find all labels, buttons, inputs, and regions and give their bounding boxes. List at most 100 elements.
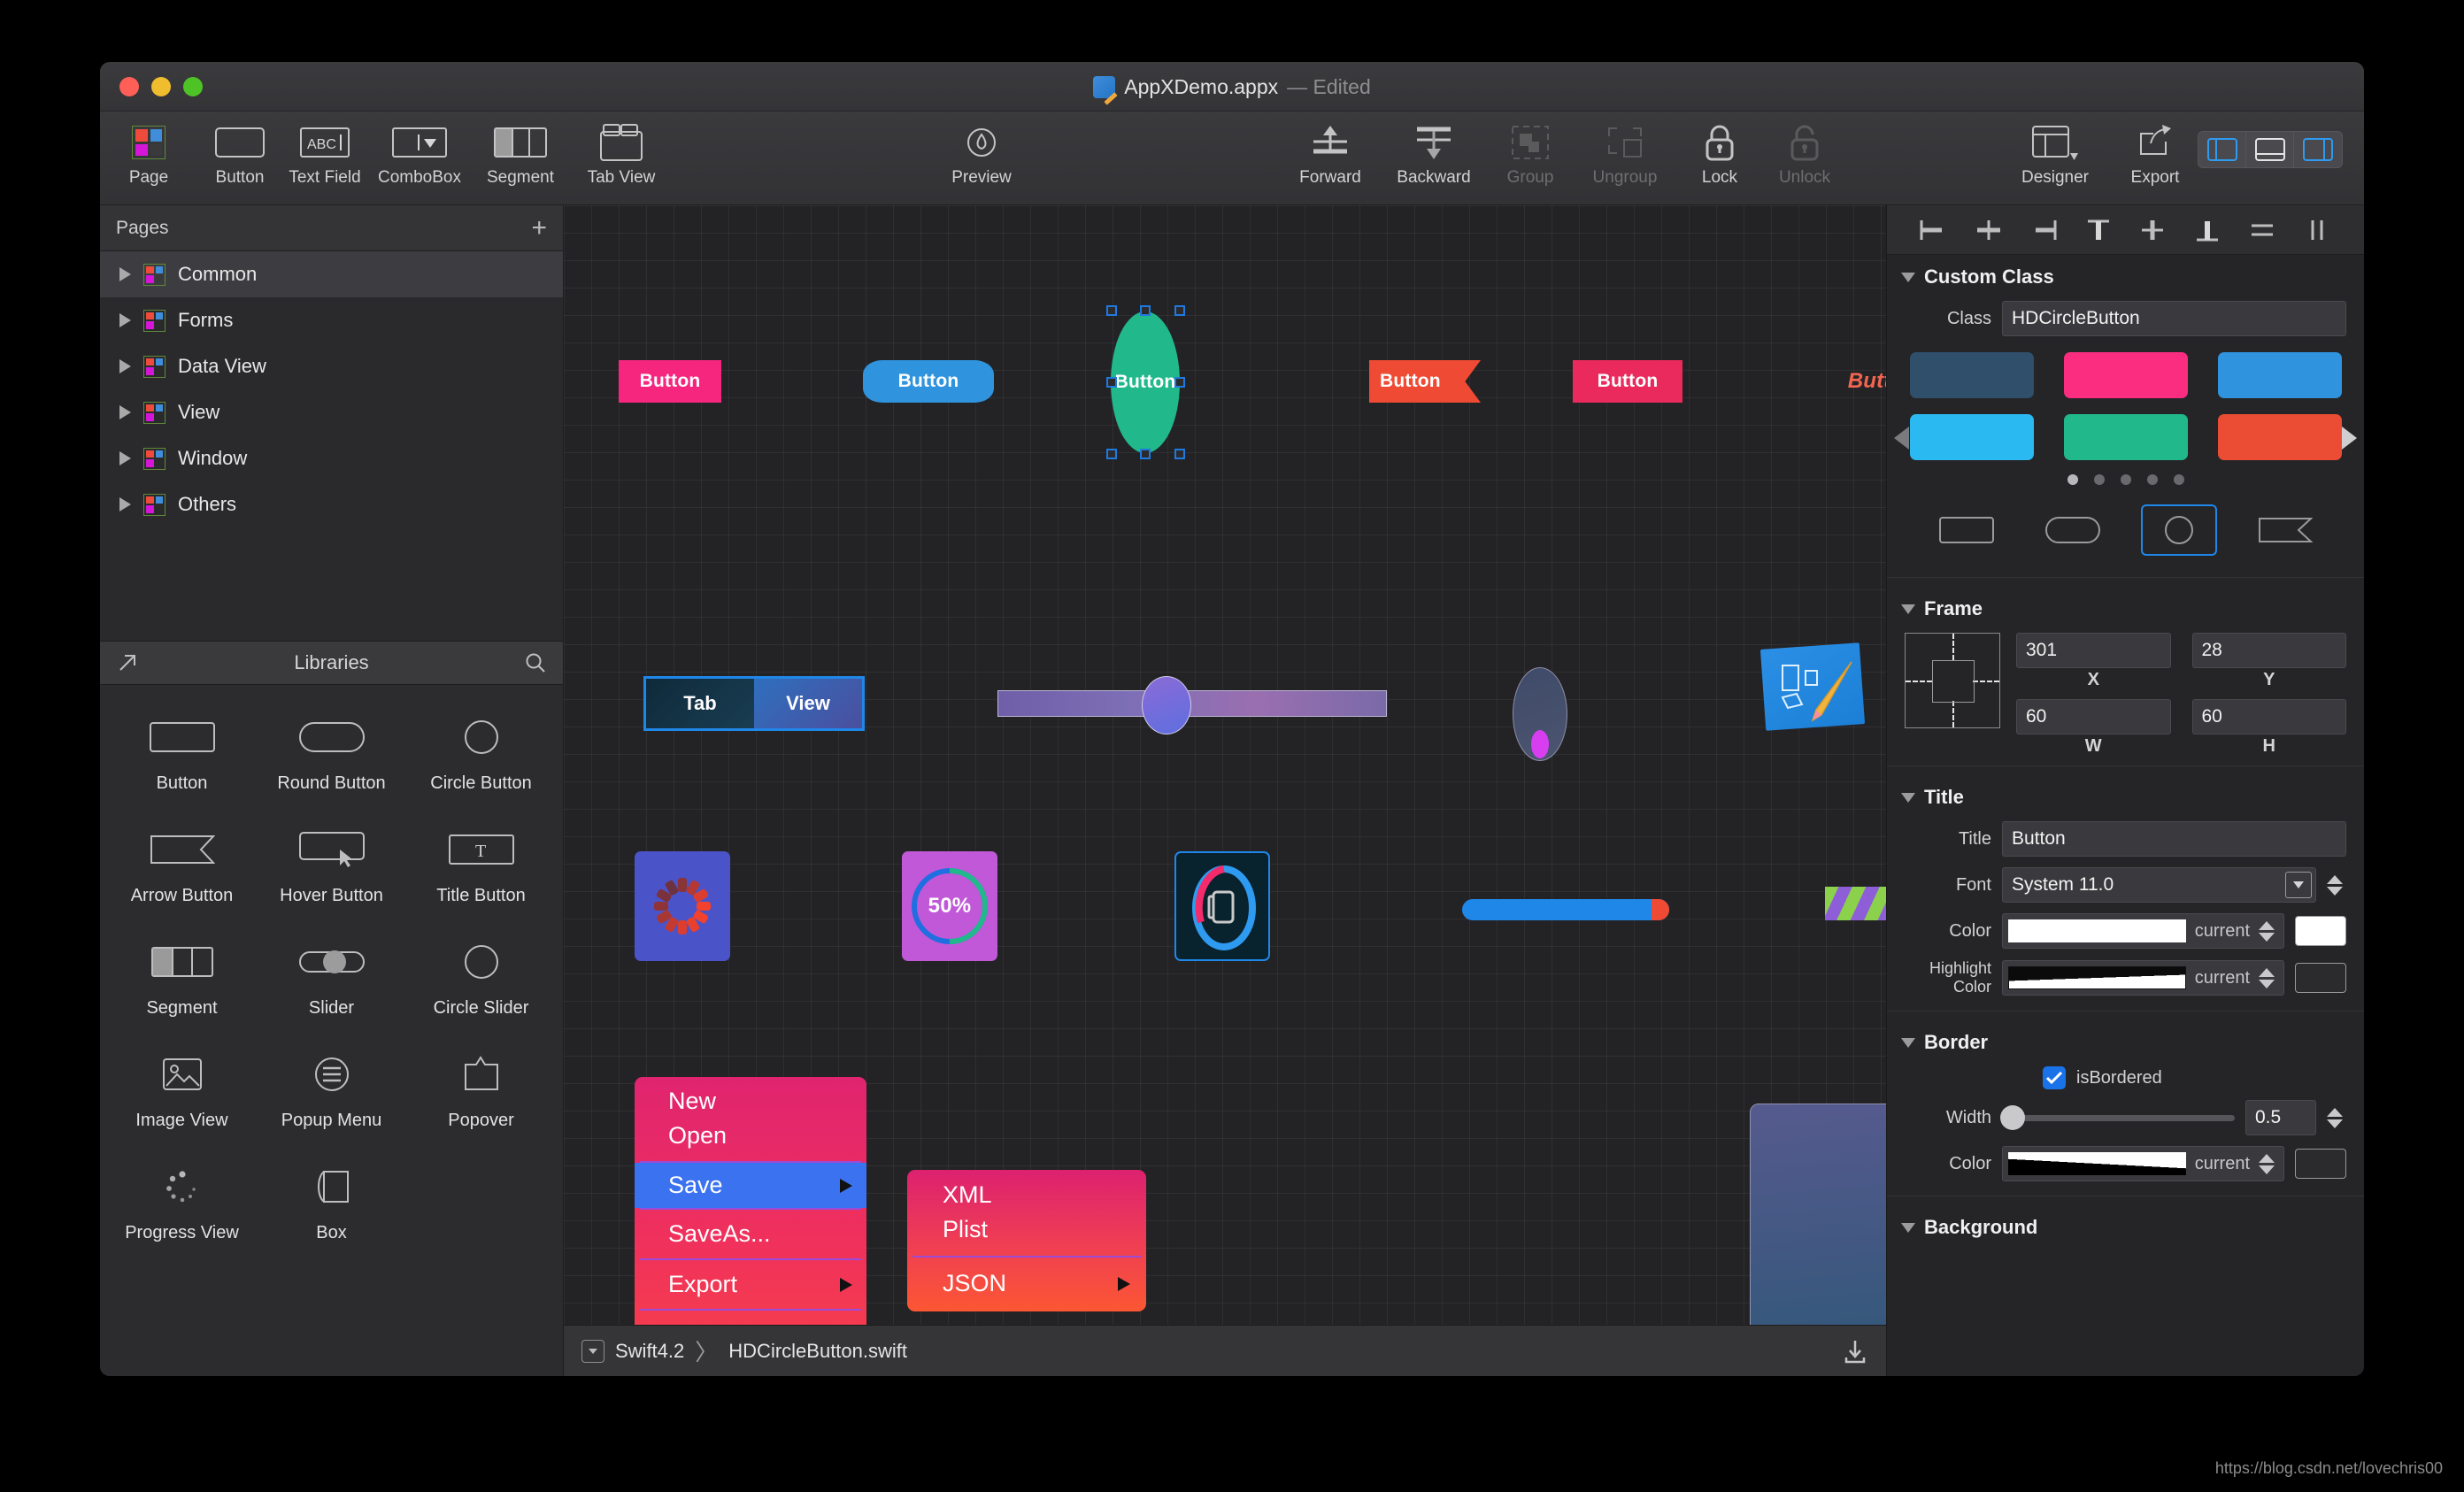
selection-handle[interactable] (1174, 449, 1185, 459)
minimize-button[interactable] (151, 76, 171, 96)
class-input[interactable]: HDCircleButton (2002, 301, 2346, 336)
library-item-box[interactable]: Box (257, 1147, 406, 1259)
align-center-horizontal-icon[interactable] (1974, 218, 2004, 242)
frame-y-input[interactable]: 28 (2191, 633, 2346, 668)
library-item-hover-button[interactable]: Hover Button (257, 810, 406, 922)
canvas-popup-submenu[interactable]: XML Plist JSON (907, 1170, 1146, 1311)
anchor-selector[interactable] (1905, 633, 2000, 728)
canvas-button-crimson-square[interactable]: Button (1573, 360, 1682, 403)
border-color-well[interactable] (2295, 1149, 2346, 1179)
chevron-right-icon[interactable] (119, 497, 131, 511)
menu-item-save-as[interactable]: SaveAs... (635, 1210, 866, 1258)
chevron-down-icon[interactable] (1901, 1222, 1915, 1233)
frame-x-input[interactable]: 301 (2016, 633, 2171, 668)
chevron-down-icon[interactable] (1901, 604, 1915, 614)
title-color-stepper[interactable] (2259, 920, 2278, 942)
border-width-slider[interactable] (2000, 1104, 2235, 1130)
toggle-left-panel-button[interactable] (2198, 132, 2247, 167)
library-item-image-view[interactable]: Image View (107, 1034, 257, 1147)
selection-handle[interactable] (1106, 377, 1117, 388)
frame-w-input[interactable]: 60 (2016, 699, 2171, 734)
highlight-color-well[interactable] (2295, 963, 2346, 993)
chevron-down-icon[interactable] (1901, 792, 1915, 803)
library-item-circle-slider[interactable]: Circle Slider (406, 922, 556, 1034)
chevron-down-icon[interactable] (1901, 1037, 1915, 1048)
canvas-progress-ring-card[interactable]: 50% (902, 851, 997, 961)
library-item-button[interactable]: Button (107, 697, 257, 810)
menu-item-new[interactable]: New (635, 1077, 866, 1119)
distribute-horizontal-icon[interactable] (2247, 218, 2277, 242)
submenu-item-json[interactable]: JSON (907, 1257, 1146, 1311)
align-top-icon[interactable] (2083, 218, 2114, 242)
toolbar-item-lock[interactable]: Lock (1677, 112, 1762, 188)
selection-handle[interactable] (1106, 449, 1117, 459)
toolbar-item-forward[interactable]: Forward (1281, 112, 1380, 188)
submenu-item-plist[interactable]: Plist (907, 1212, 1146, 1256)
menu-item-duplicate[interactable]: Duplicate (635, 1311, 866, 1325)
canvas-progress-bar-striped[interactable] (1825, 887, 1886, 920)
sidebar-item-data-view[interactable]: Data View (100, 343, 563, 389)
class-swatch[interactable] (2217, 414, 2342, 460)
align-bottom-icon[interactable] (2192, 218, 2222, 242)
highlight-color-stepper[interactable] (2259, 967, 2278, 988)
toolbar-item-text-field[interactable]: ABC Text Field (282, 112, 367, 188)
sidebar-item-forms[interactable]: Forms (100, 297, 563, 343)
distribute-vertical-icon[interactable] (2302, 218, 2332, 242)
design-canvas[interactable]: Button Button Button Button Button But T… (564, 205, 1886, 1325)
class-swatch[interactable] (1909, 352, 2034, 398)
carousel-dot[interactable] (2120, 474, 2131, 485)
chevron-right-icon[interactable] (119, 451, 131, 465)
selection-handle[interactable] (1174, 305, 1185, 316)
toolbar-item-ungroup[interactable]: Ungroup (1573, 112, 1677, 188)
class-swatch[interactable] (2217, 352, 2342, 398)
align-left-icon[interactable] (1919, 218, 1949, 242)
toolbar-item-group[interactable]: Group (1488, 112, 1573, 188)
menu-item-save[interactable]: Save (635, 1163, 866, 1208)
canvas-button-blue-squircle[interactable]: Button (863, 360, 994, 403)
toolbar-item-combobox[interactable]: ComboBox (367, 112, 472, 188)
canvas-circle-slider[interactable] (1513, 667, 1567, 761)
canvas-tab-item[interactable]: Tab (646, 679, 754, 728)
canvas-slider[interactable] (997, 676, 1387, 734)
window-controls[interactable] (119, 76, 203, 96)
menu-item-open[interactable]: Open (635, 1119, 866, 1161)
canvas-popup-menu[interactable]: New Open Save SaveAs... Export (635, 1077, 866, 1325)
toolbar-item-page[interactable]: Page (100, 112, 197, 188)
toolbar-item-preview[interactable]: Preview (939, 112, 1024, 188)
library-item-popover[interactable]: Popover (406, 1034, 556, 1147)
shape-circle-button[interactable] (2140, 504, 2217, 556)
font-size-stepper[interactable] (2327, 874, 2346, 896)
class-swatch[interactable] (1909, 414, 2034, 460)
carousel-next-button[interactable] (2342, 427, 2357, 450)
section-background-header[interactable]: Background (1887, 1205, 2364, 1246)
shape-flag-button[interactable] (2247, 504, 2323, 556)
canvas-progress-spinner-card[interactable] (635, 851, 730, 961)
align-middle-vertical-icon[interactable] (2137, 218, 2168, 242)
selection-handle[interactable] (1140, 305, 1151, 316)
is-bordered-checkbox[interactable] (2043, 1066, 2066, 1089)
canvas-progress-bar-blue[interactable] (1462, 899, 1669, 920)
chevron-right-icon[interactable] (119, 359, 131, 373)
language-selector-button[interactable] (581, 1339, 604, 1363)
library-item-circle-button[interactable]: Circle Button (406, 697, 556, 810)
highlight-color-control[interactable]: current (2002, 960, 2284, 996)
carousel-dot[interactable] (2093, 474, 2105, 485)
sidebar-item-window[interactable]: Window (100, 435, 563, 481)
border-color-stepper[interactable] (2259, 1153, 2278, 1174)
chevron-right-icon[interactable] (119, 405, 131, 419)
library-item-slider[interactable]: Slider (257, 922, 406, 1034)
section-border-header[interactable]: Border (1887, 1020, 2364, 1061)
border-color-control[interactable]: current (2002, 1146, 2284, 1181)
slider-knob[interactable] (1142, 676, 1191, 734)
toolbar-item-tab-view[interactable]: Tab View (569, 112, 674, 188)
toolbar-item-designer[interactable]: Designer (1998, 112, 2113, 188)
close-button[interactable] (119, 76, 139, 96)
sidebar-item-common[interactable]: Common (100, 251, 563, 297)
library-item-progress-view[interactable]: Progress View (107, 1147, 257, 1259)
title-color-control[interactable]: current (2002, 913, 2284, 949)
canvas-button-green-ellipse[interactable]: Button (1111, 311, 1180, 453)
download-icon[interactable] (1842, 1338, 1868, 1365)
selection-handle[interactable] (1140, 449, 1151, 459)
canvas-progress-dark-card[interactable] (1174, 851, 1270, 961)
sidebar-item-others[interactable]: Others (100, 481, 563, 527)
